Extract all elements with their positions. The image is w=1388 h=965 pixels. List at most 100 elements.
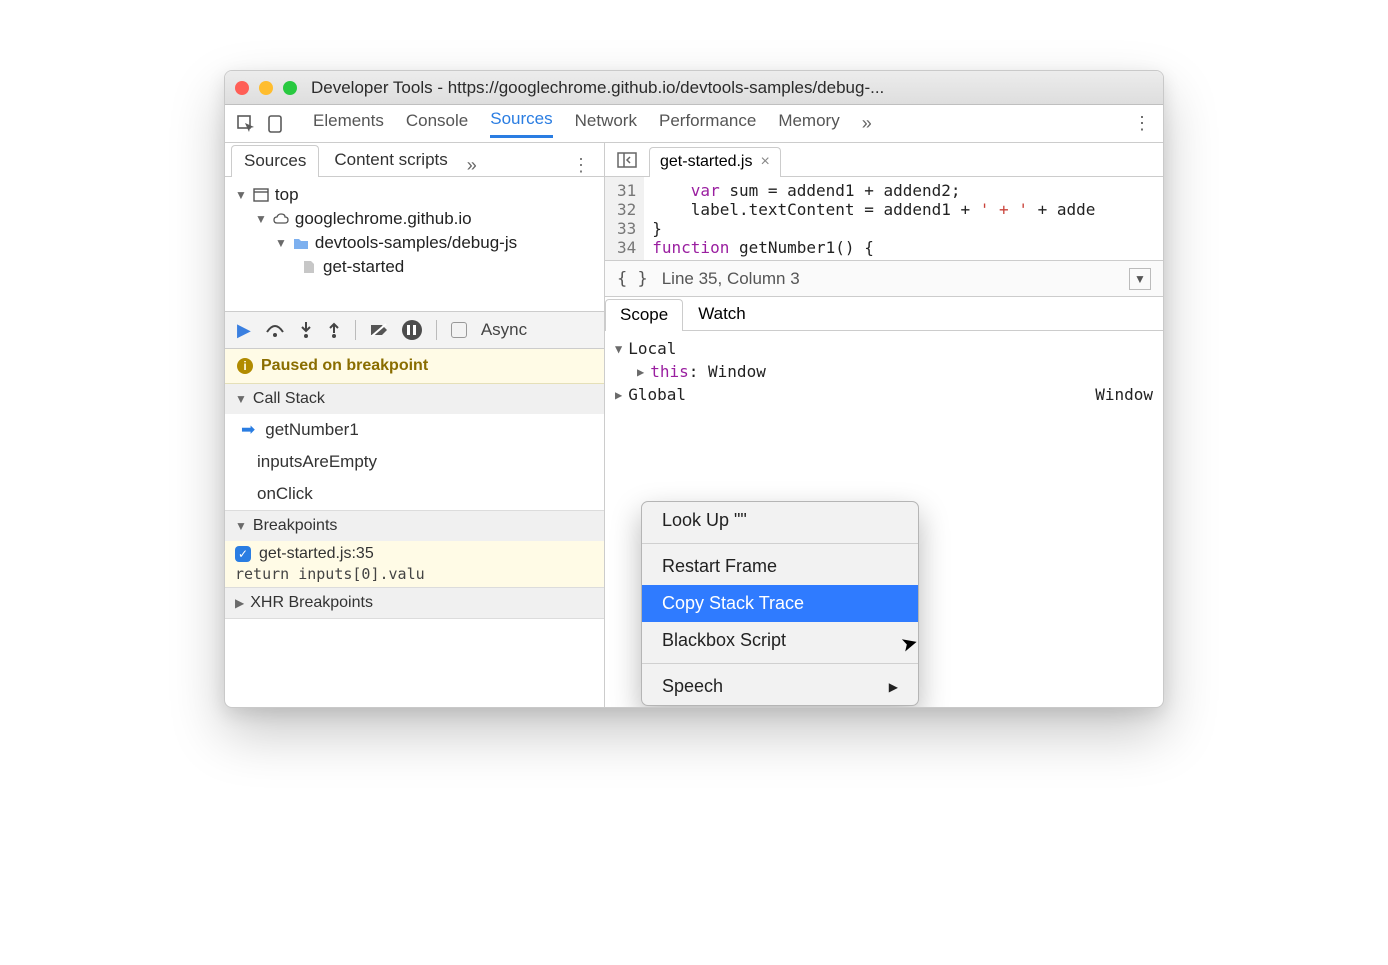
tab-scope[interactable]: Scope	[605, 299, 683, 331]
stack-frame-0[interactable]: getNumber1	[225, 414, 604, 446]
subtab-content-scripts[interactable]: Content scripts	[321, 144, 460, 176]
tabs-overflow-icon[interactable]: »	[862, 113, 872, 134]
tree-domain-label: googlechrome.github.io	[295, 209, 472, 229]
subtab-sources[interactable]: Sources	[231, 145, 319, 177]
xhr-breakpoints-section: ▶ XHR Breakpoints	[225, 588, 604, 619]
line-number: 32	[617, 200, 636, 219]
scope-this-val: : Window	[689, 362, 766, 381]
chevron-right-icon: ▶	[889, 680, 898, 694]
scope-global[interactable]: ▶ Global Window	[615, 383, 1153, 406]
toggle-navigator-icon[interactable]	[611, 148, 643, 172]
chevron-right-icon: ▶	[615, 388, 622, 402]
chevron-down-icon: ▼	[235, 519, 247, 533]
scope-list: ▼ Local ▶ this: Window ▶ Global Window	[605, 331, 1163, 412]
window-title: Developer Tools - https://googlechrome.g…	[311, 78, 884, 98]
call-stack-section: ▼ Call Stack getNumber1 inputsAreEmpty o…	[225, 384, 604, 511]
scope-global-label: Global	[628, 385, 686, 404]
breakpoints-header[interactable]: ▼ Breakpoints	[225, 511, 604, 541]
code-text: ' + '	[980, 200, 1028, 219]
chevron-down-icon: ▼	[235, 392, 247, 406]
tab-console[interactable]: Console	[406, 111, 468, 137]
main-tabbar: Elements Console Sources Network Perform…	[225, 105, 1163, 143]
settings-kebab-icon[interactable]: ⋮	[1133, 113, 1151, 134]
tab-sources[interactable]: Sources	[490, 109, 552, 138]
xhr-breakpoints-label: XHR Breakpoints	[250, 594, 373, 612]
menu-blackbox-script[interactable]: Blackbox Script	[642, 622, 918, 659]
resume-icon[interactable]: ▶	[237, 320, 251, 341]
tab-network[interactable]: Network	[575, 111, 637, 137]
step-over-icon[interactable]	[265, 322, 285, 338]
context-menu: Look Up "" Restart Frame Copy Stack Trac…	[641, 501, 919, 706]
menu-copy-stack-trace[interactable]: Copy Stack Trace	[642, 585, 918, 622]
file-tree: ▼ top ▼ googlechrome.github.io ▼	[225, 177, 604, 311]
subtabs-overflow-icon[interactable]: »	[467, 155, 477, 176]
stack-frame-label: inputsAreEmpty	[257, 452, 377, 472]
file-tab[interactable]: get-started.js ×	[649, 147, 781, 177]
scope-this-key: this	[650, 362, 689, 381]
close-tab-icon[interactable]: ×	[760, 153, 769, 171]
inspect-element-icon[interactable]	[237, 115, 255, 133]
scope-global-val: Window	[1095, 385, 1153, 404]
line-number: 33	[617, 219, 636, 238]
tab-watch[interactable]: Watch	[683, 298, 761, 330]
breakpoint-checkbox[interactable]: ✓	[235, 546, 251, 562]
paused-banner: i Paused on breakpoint	[225, 349, 604, 384]
subtabs-kebab-icon[interactable]: ⋮	[564, 155, 598, 176]
call-stack-header[interactable]: ▼ Call Stack	[225, 384, 604, 414]
scope-local-label: Local	[628, 339, 676, 358]
code-text: getNumber1() {	[729, 238, 874, 257]
tree-domain[interactable]: ▼ googlechrome.github.io	[229, 207, 600, 231]
deactivate-breakpoints-icon[interactable]	[370, 322, 388, 338]
tab-performance[interactable]: Performance	[659, 111, 756, 137]
paused-text: Paused on breakpoint	[261, 357, 428, 375]
minimize-window-icon[interactable]	[259, 81, 273, 95]
async-checkbox[interactable]	[451, 322, 467, 338]
stack-frame-1[interactable]: inputsAreEmpty	[225, 446, 604, 478]
devtools-window: Developer Tools - https://googlechrome.g…	[224, 70, 1164, 708]
debugger-toolbar: ▶ Async	[225, 311, 604, 349]
breakpoints-section: ▼ Breakpoints ✓ get-started.js:35 return…	[225, 511, 604, 588]
scope-this[interactable]: ▶ this: Window	[615, 360, 1153, 383]
step-out-icon[interactable]	[327, 321, 341, 339]
code-text: sum = addend1 + addend2;	[720, 181, 961, 200]
line-number: 34	[617, 238, 636, 257]
code-text: label.textContent = addend1 +	[652, 200, 980, 219]
async-label: Async	[481, 320, 527, 340]
tab-elements[interactable]: Elements	[313, 111, 384, 137]
breakpoint-code: return inputs[0].valu	[235, 563, 594, 583]
line-number: 31	[617, 181, 636, 200]
scope-local[interactable]: ▼ Local	[615, 337, 1153, 360]
chevron-right-icon: ▶	[235, 596, 244, 610]
tree-file[interactable]: get-started	[229, 255, 600, 279]
code-text: }	[652, 219, 662, 238]
scope-tabbar: Scope Watch	[605, 297, 1163, 331]
left-subtabs: Sources Content scripts » ⋮	[225, 143, 604, 177]
tree-folder[interactable]: ▼ devtools-samples/debug-js	[229, 231, 600, 255]
tree-file-label: get-started	[323, 257, 404, 277]
device-toggle-icon[interactable]	[267, 115, 283, 133]
step-into-icon[interactable]	[299, 321, 313, 339]
info-icon: i	[237, 358, 253, 374]
editor-dropdown-icon[interactable]: ▼	[1129, 268, 1151, 290]
menu-look-up[interactable]: Look Up ""	[642, 502, 918, 539]
code-editor[interactable]: 31 32 33 34 var sum = addend1 + addend2;…	[605, 177, 1163, 261]
chevron-down-icon: ▼	[615, 342, 622, 356]
menu-restart-frame[interactable]: Restart Frame	[642, 548, 918, 585]
close-window-icon[interactable]	[235, 81, 249, 95]
menu-speech[interactable]: Speech ▶	[642, 668, 918, 705]
traffic-lights	[235, 81, 297, 95]
tab-memory[interactable]: Memory	[778, 111, 839, 137]
breakpoint-item[interactable]: ✓ get-started.js:35 return inputs[0].val…	[225, 541, 604, 587]
pause-on-exceptions-icon[interactable]	[402, 320, 422, 340]
file-tab-label: get-started.js	[660, 153, 752, 171]
left-panel: Sources Content scripts » ⋮ ▼ top ▼	[225, 143, 605, 707]
code-text: + adde	[1028, 200, 1095, 219]
pretty-print-icon[interactable]: { }	[617, 269, 648, 289]
cursor-position: Line 35, Column 3	[662, 269, 800, 289]
file-tabbar: get-started.js ×	[605, 143, 1163, 177]
tree-top[interactable]: ▼ top	[229, 183, 600, 207]
stack-frame-2[interactable]: onClick	[225, 478, 604, 510]
tree-folder-label: devtools-samples/debug-js	[315, 233, 517, 253]
zoom-window-icon[interactable]	[283, 81, 297, 95]
xhr-breakpoints-header[interactable]: ▶ XHR Breakpoints	[225, 588, 604, 618]
